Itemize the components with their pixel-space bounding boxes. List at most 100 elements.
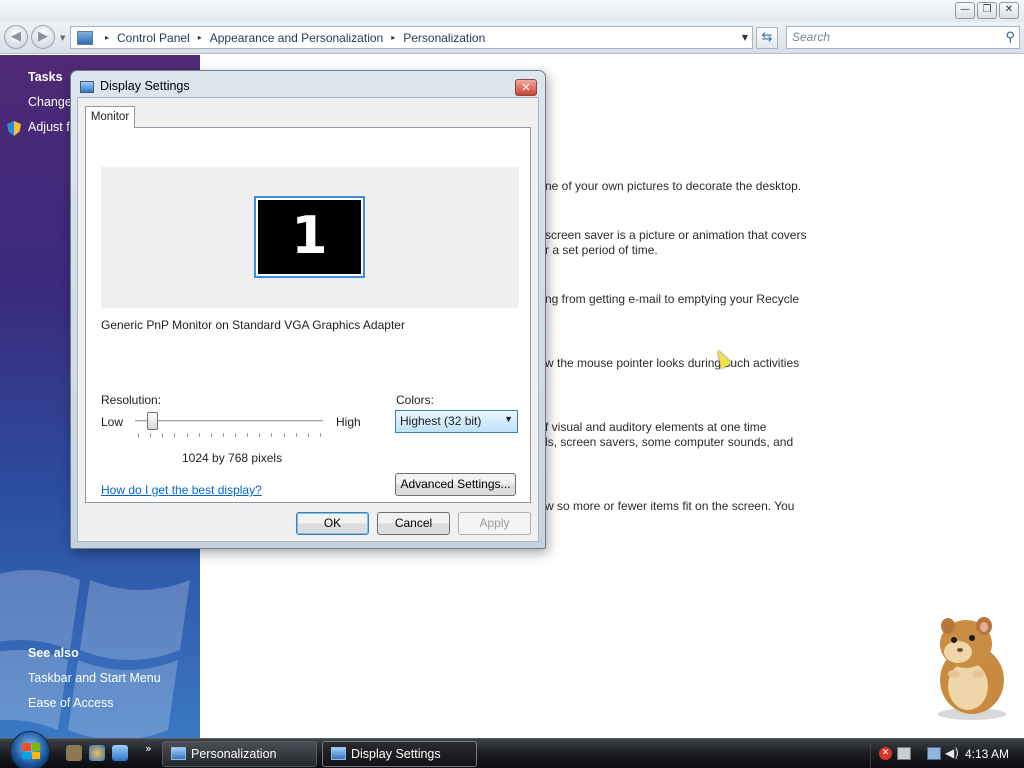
colors-label: Colors: [396, 393, 435, 407]
taskbar: » Personalization Display Settings ✕ ◀) … [0, 731, 1024, 768]
forward-button[interactable]: ▶ [31, 25, 55, 49]
dialog-body: Monitor 1 Generic PnP Monitor on Standar… [77, 97, 539, 542]
search-input[interactable]: Search ⚲ [786, 26, 1020, 49]
start-button[interactable] [10, 731, 50, 768]
mouse-pointers-description: w the mouse pointer looks during such ac… [545, 356, 800, 370]
display-settings-icon [80, 81, 94, 93]
taskbar-item-personalization[interactable]: Personalization [162, 741, 317, 767]
volume-icon[interactable]: ◀) [945, 746, 959, 760]
sounds-description: ng from getting e-mail to emptying your … [545, 292, 800, 306]
colors-dropdown[interactable]: Highest (32 bit) ▼ [395, 410, 518, 433]
maximize-button[interactable]: ❐ [977, 2, 997, 19]
slider-tick [174, 433, 176, 437]
desktop-background-description: ne of your own pictures to decorate the … [545, 179, 802, 193]
slider-tick [319, 433, 321, 437]
display-settings-icon [331, 747, 346, 760]
theme-description-1: f visual and auditory elements at one ti… [545, 420, 767, 434]
breadcrumb-appearance[interactable]: Appearance and Personalization [206, 31, 387, 45]
slider-tick [295, 433, 297, 437]
uac-shield-icon [7, 121, 21, 136]
taskbar-item-label: Personalization [191, 747, 277, 761]
slider-tick [283, 433, 285, 437]
monitor-number: 1 [291, 206, 328, 266]
system-tray: ✕ ◀) 4:13 AM [870, 739, 1024, 768]
security-alert-icon[interactable]: ✕ [879, 747, 892, 760]
search-icon[interactable]: ⚲ [1005, 29, 1015, 45]
breadcrumb: ▸ Control Panel ▸ Appearance and Persona… [77, 27, 489, 48]
slider-tick [138, 433, 139, 437]
network-connection-icon[interactable] [927, 747, 941, 760]
slider-tick [198, 433, 200, 437]
window-titlebar: — ❐ ✕ [0, 0, 1024, 22]
resolution-slider[interactable] [135, 420, 323, 423]
personalization-icon [171, 747, 186, 760]
slider-tick [259, 433, 261, 437]
breadcrumb-separator[interactable]: ▸ [194, 33, 206, 42]
slider-tick [186, 433, 188, 437]
address-dropdown-icon[interactable]: ▼ [742, 27, 748, 48]
task-link-adjust[interactable]: Adjust f [28, 120, 70, 134]
best-display-help-link[interactable]: How do I get the best display? [101, 483, 262, 497]
slider-tick [235, 433, 236, 437]
resolution-label: Resolution: [101, 393, 162, 407]
monitor-name: Generic PnP Monitor on Standard VGA Grap… [101, 318, 405, 332]
slider-tick [162, 433, 164, 437]
control-panel-icon [77, 30, 93, 45]
hamster-gadget-image[interactable] [924, 610, 1014, 722]
apply-button[interactable]: Apply [458, 512, 531, 535]
ok-button[interactable]: OK [296, 512, 369, 535]
monitor-1-tile[interactable]: 1 [254, 196, 365, 278]
see-also-heading: See also [28, 646, 79, 660]
search-placeholder: Search [792, 30, 831, 44]
resolution-low-label: Low [101, 415, 124, 429]
slider-tick [150, 433, 152, 437]
see-also-taskbar-link[interactable]: Taskbar and Start Menu [28, 671, 161, 685]
breadcrumb-personalization[interactable]: Personalization [399, 31, 489, 45]
cancel-button[interactable]: Cancel [377, 512, 450, 535]
windows-flag-icon [22, 743, 40, 759]
dialog-close-button[interactable]: ✕ [515, 79, 537, 96]
slider-tick [271, 433, 273, 437]
quick-launch-switch-windows-icon[interactable] [112, 745, 128, 761]
recent-pages-dropdown[interactable]: ▼ [60, 34, 68, 42]
clock[interactable]: 4:13 AM [965, 739, 1009, 768]
tasks-heading: Tasks [28, 70, 63, 84]
display-settings-description: w so more or fewer items fit on the scre… [545, 499, 795, 513]
dialog-title: Display Settings [100, 79, 190, 93]
quick-launch-chevron[interactable]: » [145, 742, 152, 755]
minimize-button[interactable]: — [955, 2, 975, 19]
address-toolbar: ◀ ▶ ▼ ▸ Control Panel ▸ Appearance and P… [0, 22, 1024, 54]
breadcrumb-separator[interactable]: ▸ [101, 33, 113, 42]
screen-saver-description-2: r a set period of time. [545, 243, 658, 257]
slider-tick [247, 433, 249, 437]
see-also-ease-of-access-link[interactable]: Ease of Access [28, 696, 113, 710]
address-bar[interactable]: ▸ Control Panel ▸ Appearance and Persona… [70, 26, 753, 49]
slider-tick [307, 433, 309, 437]
breadcrumb-separator[interactable]: ▸ [387, 33, 399, 42]
breadcrumb-control-panel[interactable]: Control Panel [113, 31, 194, 45]
resolution-slider-ticks [138, 433, 321, 437]
quick-launch-show-desktop-icon[interactable] [66, 745, 82, 761]
tab-monitor[interactable]: Monitor [85, 106, 135, 128]
monitor-tab-panel: 1 Generic PnP Monitor on Standard VGA Gr… [85, 127, 531, 503]
network-icon[interactable] [897, 747, 911, 760]
resolution-value: 1024 by 768 pixels [182, 451, 283, 465]
close-window-button[interactable]: ✕ [999, 2, 1019, 19]
advanced-settings-button[interactable]: Advanced Settings... [395, 473, 516, 496]
slider-tick [210, 433, 212, 437]
refresh-button[interactable]: ⇆ [756, 27, 778, 49]
back-button[interactable]: ◀ [4, 25, 28, 49]
resolution-slider-thumb[interactable] [146, 412, 158, 430]
colors-selected-value: Highest (32 bit) [400, 414, 482, 428]
taskbar-item-display-settings[interactable]: Display Settings [322, 741, 477, 767]
taskbar-item-label: Display Settings [351, 747, 441, 761]
quick-launch-browser-icon[interactable] [89, 745, 105, 761]
theme-description-2: ls, screen savers, some computer sounds,… [545, 435, 794, 449]
slider-tick [222, 433, 224, 437]
chevron-down-icon: ▼ [504, 414, 513, 424]
resolution-high-label: High [336, 415, 361, 429]
monitor-arrangement-area: 1 [101, 167, 519, 308]
display-settings-dialog: Display Settings ✕ Monitor 1 Generic PnP… [70, 70, 546, 549]
screen-saver-description-1: screen saver is a picture or animation t… [545, 228, 807, 242]
task-link-change[interactable]: Change [28, 95, 72, 109]
